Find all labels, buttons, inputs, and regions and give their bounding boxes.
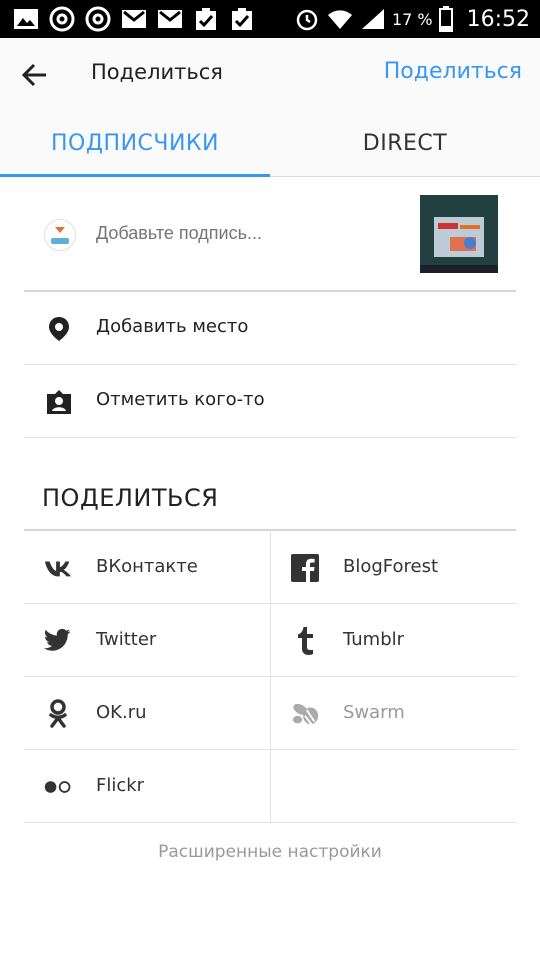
share-okru[interactable]: OK.ru [24,677,270,750]
share-twitter[interactable]: Twitter [24,604,270,677]
gmail-icon [156,6,184,32]
facebook-icon [291,554,319,582]
share-vk-label: ВКонтакте [96,556,198,577]
share-vk[interactable]: ВКонтакте [24,531,270,604]
app-bar: Поделиться Поделиться [0,38,540,110]
share-tumblr[interactable]: Tumblr [270,604,517,677]
tag-people-label: Отметить кого-то [96,389,265,410]
share-twitter-label: Twitter [96,629,157,650]
share-okru-label: OK.ru [96,702,147,723]
gmail-icon [120,6,148,32]
status-bar: 17 % 16:52 [0,0,540,38]
tab-followers[interactable]: ПОДПИСЧИКИ [0,110,270,176]
clipboard-check-icon [228,6,256,32]
swarm-icon [291,700,319,728]
add-location-label: Добавить место [96,316,249,337]
advanced-settings-link[interactable]: Расширенные настройки [0,842,540,862]
picture-icon [12,6,40,32]
odnoklassniki-icon [44,699,72,728]
share-button[interactable]: Поделиться [384,59,522,84]
twitter-icon [44,627,72,655]
clock: 16:52 [466,6,530,32]
tab-direct[interactable]: DIRECT [270,110,540,176]
at-icon [48,6,76,32]
at-icon [84,6,112,32]
post-thumbnail[interactable] [420,195,498,273]
location-pin-icon [46,316,72,342]
share-blogforest-label: BlogForest [343,556,439,577]
share-flickr-label: Flickr [96,775,145,796]
flickr-icon [44,773,72,801]
tumblr-icon [291,627,319,655]
share-blogforest[interactable]: BlogForest [270,531,517,604]
alarm-icon [296,9,318,31]
system-icons: 17 % 16:52 [294,0,530,38]
add-location-row[interactable]: Добавить место [24,292,516,365]
caption-input[interactable] [94,222,330,245]
tag-people-row[interactable]: Отметить кого-то [24,365,516,438]
battery-percent: 17 % [391,9,433,29]
wifi-icon [327,10,352,29]
clipboard-check-icon [192,6,220,32]
page-title: Поделиться [91,60,223,84]
signal-icon [361,9,384,29]
share-flickr[interactable]: Flickr [24,750,270,823]
back-arrow-icon [21,63,46,87]
share-section-title: ПОДЕЛИТЬСЯ [42,484,219,512]
notification-icons [12,6,256,32]
share-services-grid: ВКонтакте BlogForest Twitter Tumblr OK.r… [24,529,517,823]
share-empty-cell [270,750,517,823]
tag-person-icon [46,389,72,415]
caption-row [24,176,516,292]
avatar [44,219,76,251]
battery-icon [438,6,453,32]
audience-tabs: ПОДПИСЧИКИ DIRECT [0,110,540,177]
vk-icon [44,554,72,582]
share-tumblr-label: Tumblr [343,629,405,650]
back-button[interactable] [18,58,52,92]
share-swarm[interactable]: Swarm [270,677,517,750]
share-swarm-label: Swarm [343,702,405,723]
